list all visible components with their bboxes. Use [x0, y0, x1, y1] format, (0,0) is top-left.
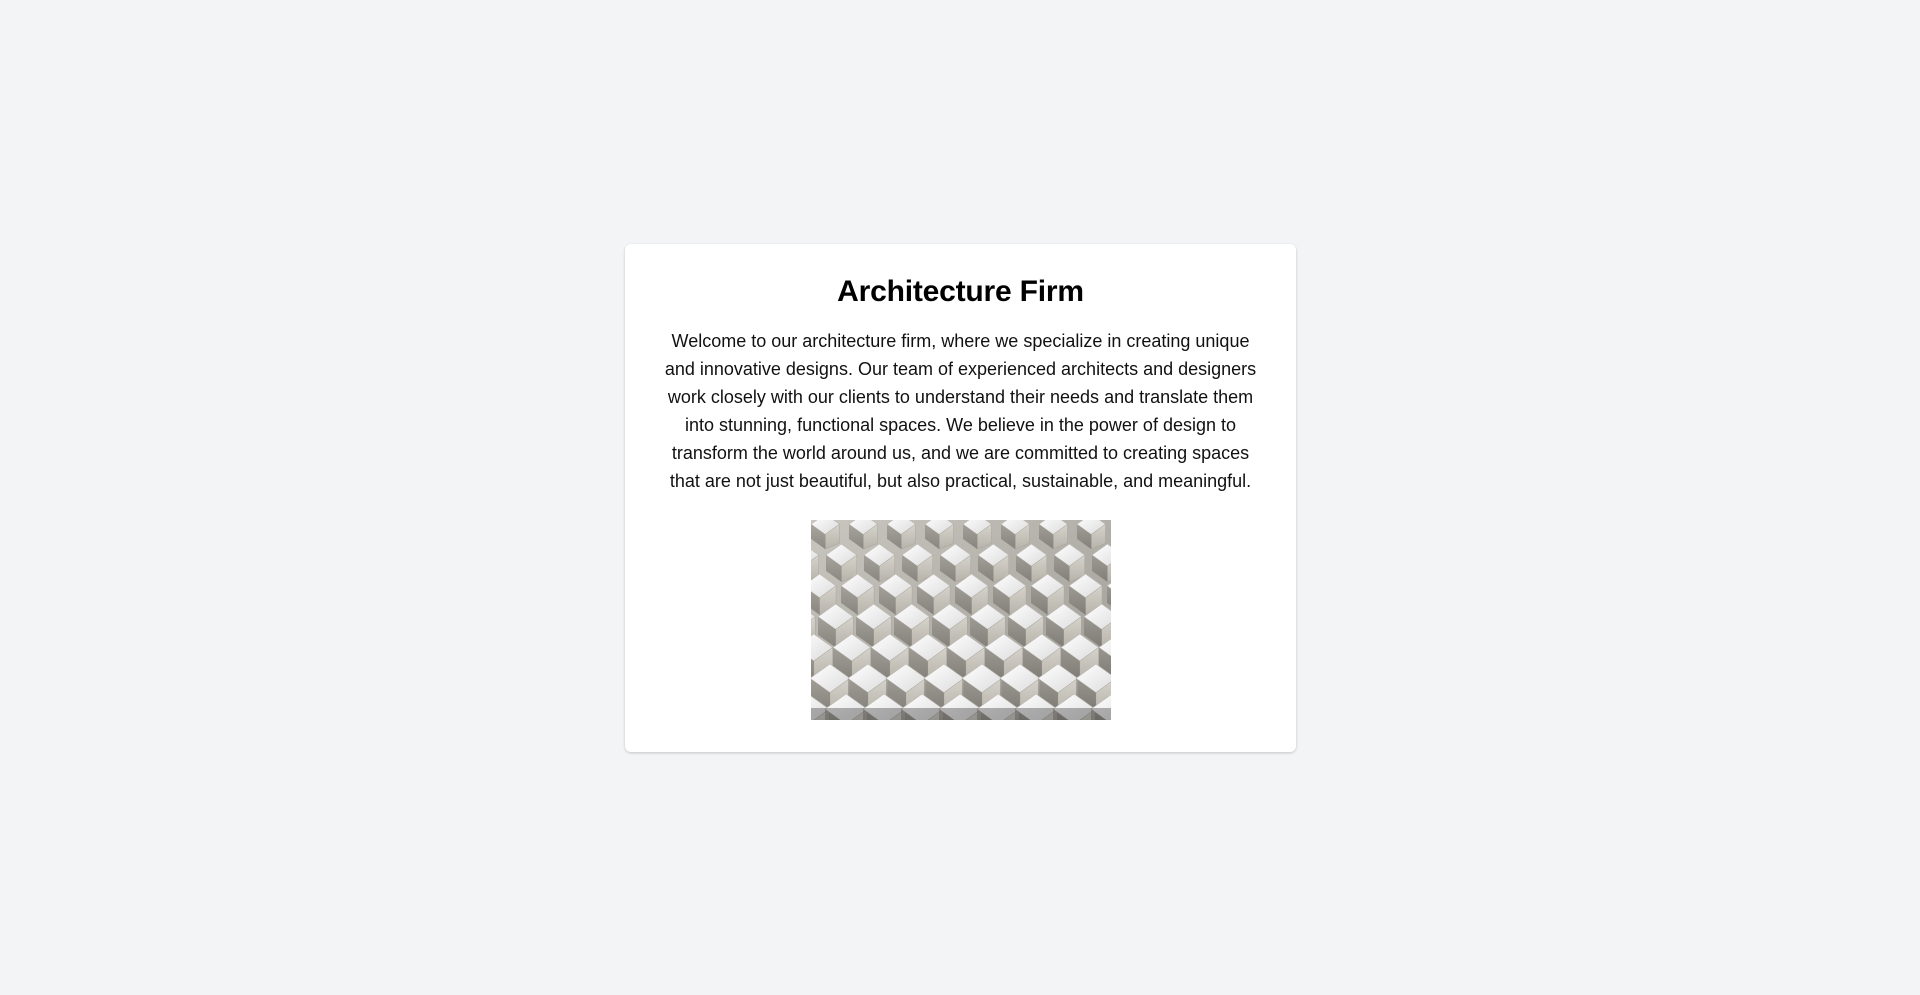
content-card: Architecture Firm Welcome to our archite…	[625, 244, 1296, 752]
firm-description: Welcome to our architecture firm, where …	[664, 331, 1257, 491]
page-title: Architecture Firm	[837, 275, 1084, 308]
architecture-facade-image	[810, 520, 1111, 720]
